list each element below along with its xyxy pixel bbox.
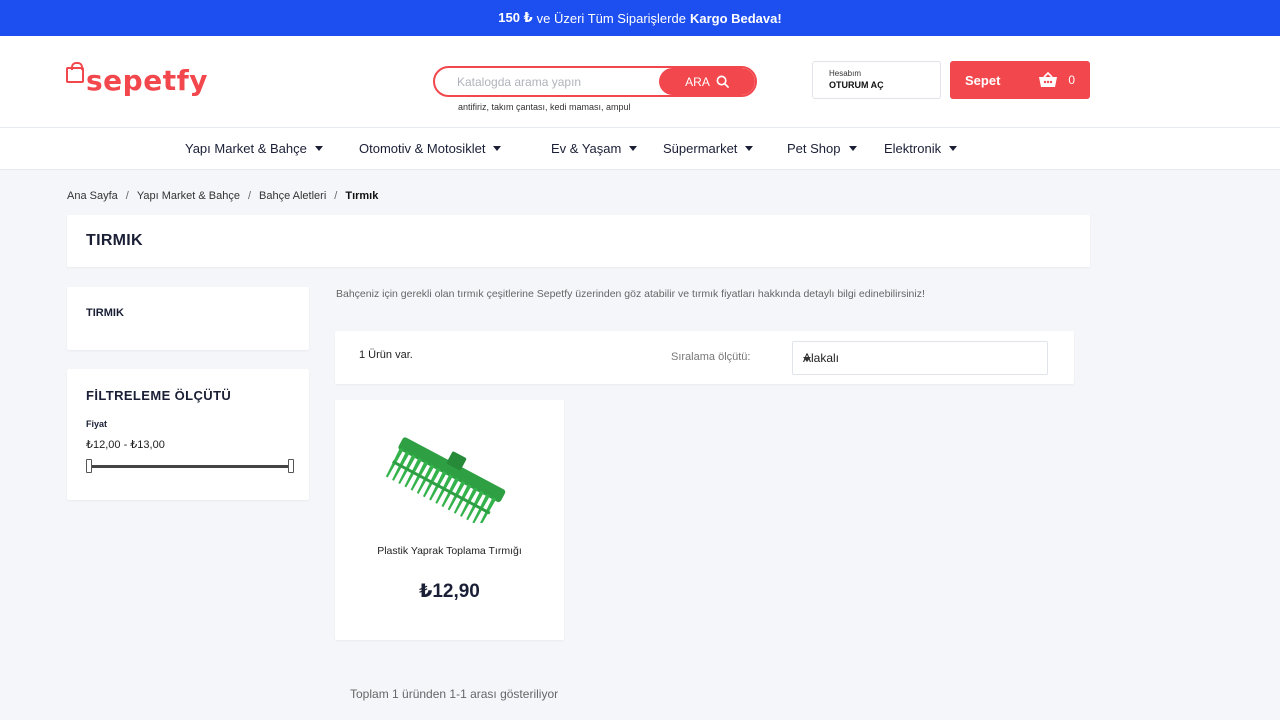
filter-title: FİLTRELEME ÖLÇÜTÜ (86, 388, 232, 403)
nav-item-label: Otomotiv & Motosiklet (359, 141, 486, 156)
promo-highlight: Kargo Bedava! (689, 10, 782, 26)
site-header: sepetfy ARA antifiriz, takım çantası, ke… (0, 36, 1280, 128)
account-label: Hesabım (829, 69, 862, 78)
nav-item-elektronik[interactable]: Elektronik (884, 141, 958, 156)
breadcrumb: Ana Sayfa / Yapı Market & Bahçe / Bahçe … (67, 190, 378, 202)
breadcrumb-separator: / (125, 190, 129, 202)
product-card[interactable]: Plastik Yaprak Toplama Tırmığı ₺12,90 (335, 400, 564, 640)
caret-down-icon (949, 146, 958, 151)
page-title: TIRMIK (86, 232, 143, 249)
cart-label: Sepet (965, 72, 1001, 88)
product-price: ₺12,90 (419, 581, 480, 602)
nav-item-label: Ev & Yaşam (551, 141, 622, 156)
search-bar: ARA (433, 66, 757, 97)
category-description: Bahçeniz için gerekli olan tırmık çeşitl… (336, 288, 925, 300)
nav-item-label: Süpermarket (663, 141, 738, 156)
basket-icon (1038, 72, 1058, 88)
nav-item-label: Yapı Market & Bahçe (185, 141, 307, 156)
sidebar-category-item[interactable]: TIRMIK (86, 307, 124, 319)
price-range-value: ₺12,00 - ₺13,00 (86, 439, 165, 451)
nav-item-ev-yasam[interactable]: Ev & Yaşam (551, 141, 638, 156)
logo-text: sepetfy (86, 63, 209, 97)
sidebar-category-box: TIRMIK (67, 287, 309, 350)
logo[interactable]: sepetfy (66, 60, 208, 100)
filter-panel: FİLTRELEME ÖLÇÜTÜ Fiyat ₺12,00 - ₺13,00 (67, 369, 309, 500)
nav-item-yapi-market[interactable]: Yapı Market & Bahçe (185, 141, 323, 156)
breadcrumb-level1[interactable]: Yapı Market & Bahçe (137, 190, 240, 202)
breadcrumb-current: Tırmık (345, 190, 379, 202)
price-slider-track[interactable] (89, 465, 291, 468)
sort-bar: 1 Ürün var. Sıralama ölçütü: Alakalı (335, 331, 1074, 384)
product-name[interactable]: Plastik Yaprak Toplama Tırmığı (335, 545, 564, 557)
page-title-box: TIRMIK (67, 215, 1090, 267)
price-slider-max-handle[interactable] (288, 459, 294, 473)
breadcrumb-home[interactable]: Ana Sayfa (67, 190, 118, 202)
breadcrumb-separator: / (334, 190, 338, 202)
search-suggestions[interactable]: antifiriz, takım çantası, kedi maması, a… (458, 102, 631, 112)
caret-down-icon (803, 357, 811, 362)
search-input[interactable] (435, 68, 659, 95)
breadcrumb-separator: / (247, 190, 252, 202)
nav-item-pet-shop[interactable]: Pet Shop (787, 141, 857, 156)
caret-down-icon (629, 146, 638, 151)
nav-item-label: Elektronik (884, 141, 942, 156)
search-button-label: ARA (685, 74, 710, 89)
price-filter-label: Fiyat (86, 419, 108, 429)
caret-down-icon (848, 146, 857, 151)
category-nav: Yapı Market & Bahçe Otomotiv & Motosikle… (0, 128, 1280, 170)
pagination-summary: Toplam 1 üründen 1-1 arası gösteriliyor (350, 687, 559, 701)
login-label: OTURUM AÇ (829, 80, 884, 90)
sort-label: Sıralama ölçütü: (671, 351, 751, 363)
promo-banner: 150 ₺ ve Üzeri Tüm Siparişlerde Kargo Be… (0, 0, 1280, 36)
breadcrumb-level2[interactable]: Bahçe Aletleri (259, 190, 326, 202)
green-rake-icon[interactable] (379, 428, 519, 523)
caret-down-icon (314, 146, 323, 151)
sort-select[interactable]: Alakalı (792, 341, 1048, 375)
caret-down-icon (745, 146, 754, 151)
product-count: 1 Ürün var. (359, 349, 413, 361)
cart-count: 0 (1068, 73, 1076, 87)
price-slider-min-handle[interactable] (86, 459, 92, 473)
caret-down-icon (493, 146, 502, 151)
nav-item-otomotiv[interactable]: Otomotiv & Motosiklet (359, 141, 502, 156)
promo-text: ve Üzeri Tüm Siparişlerde (536, 10, 686, 26)
cart-button[interactable]: Sepet 0 (950, 61, 1090, 99)
nav-item-label: Pet Shop (787, 141, 841, 156)
nav-item-supermarket[interactable]: Süpermarket (663, 141, 754, 156)
promo-amount: 150 ₺ (498, 10, 533, 25)
account-button[interactable]: Hesabım OTURUM AÇ (812, 61, 941, 99)
search-button[interactable]: ARA (659, 68, 755, 95)
search-icon (716, 75, 729, 88)
shopping-bag-icon (66, 62, 84, 83)
